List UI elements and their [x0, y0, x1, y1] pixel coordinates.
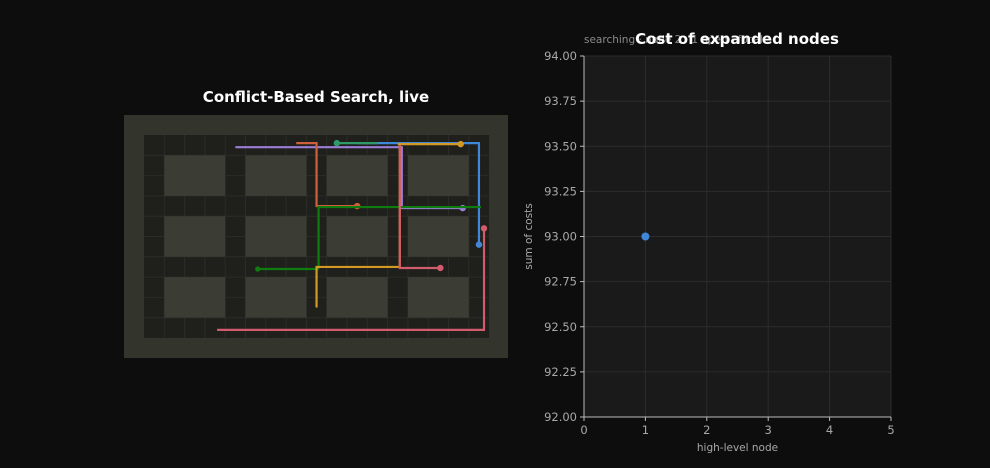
x-tick-label: 3: [765, 423, 772, 437]
x-tick-label: 0: [580, 423, 587, 437]
y-tick-label: 92.00: [544, 410, 577, 424]
y-tick-label: 92.50: [544, 320, 577, 334]
data-point: [641, 232, 650, 241]
y-axis-label: sum of costs: [523, 203, 535, 269]
y-tick-label: 93.25: [544, 184, 577, 198]
y-tick-label: 94.00: [544, 49, 577, 63]
x-tick-label: 1: [642, 423, 649, 437]
y-tick-label: 92.75: [544, 275, 577, 289]
x-tick-label: 4: [826, 423, 833, 437]
x-tick-label: 5: [887, 423, 894, 437]
y-tick-label: 92.25: [544, 365, 577, 379]
y-tick-label: 93.50: [544, 139, 577, 153]
x-tick-label: 2: [703, 423, 710, 437]
y-tick-label: 93.00: [544, 230, 577, 244]
x-axis-label: high-level node: [697, 442, 778, 454]
cost-chart: 0 1 2 3 4 5 92.00 92.25 92.50 92.75 93.00 93.25 93.5…: [523, 49, 895, 454]
y-tick-label: 93.75: [544, 94, 577, 108]
